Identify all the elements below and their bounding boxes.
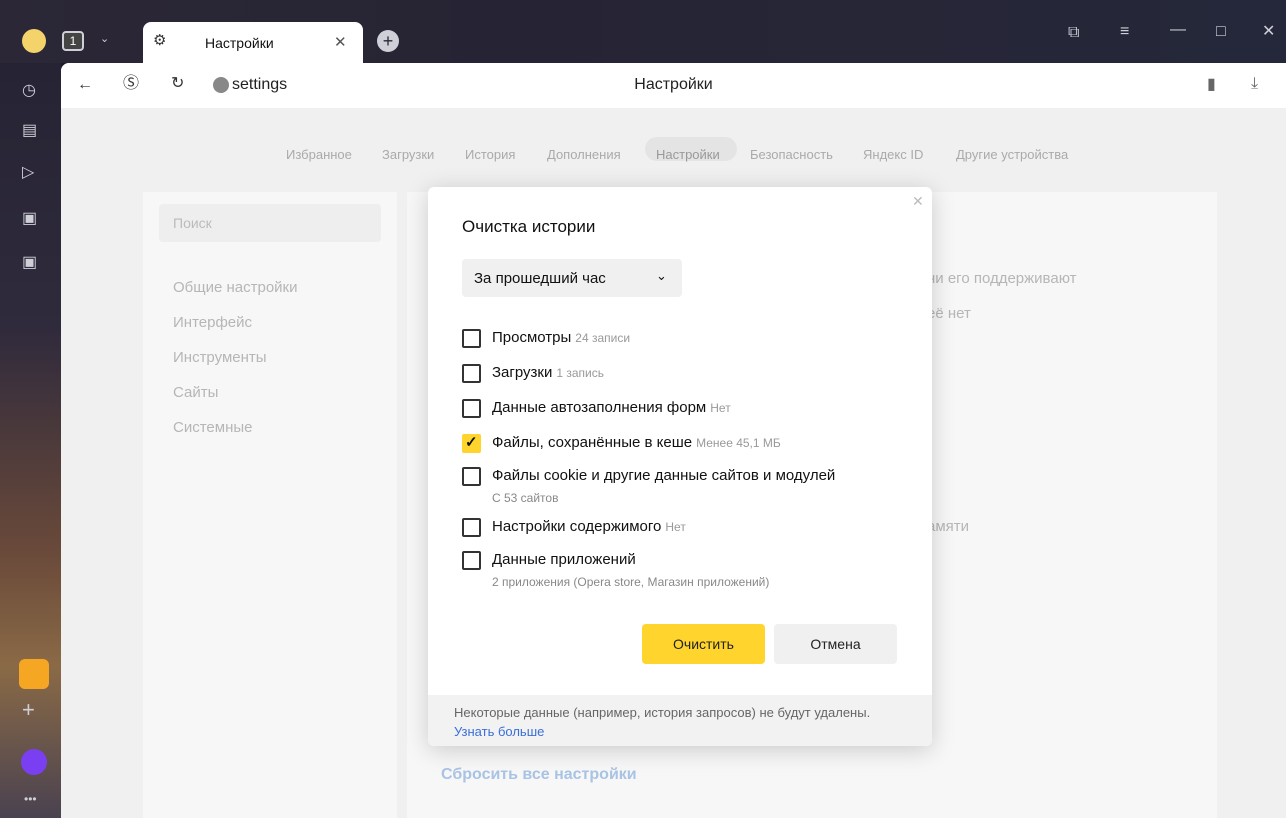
chevron-down-icon[interactable]: ⌄ (100, 34, 109, 45)
sidebar-item-general[interactable]: Общие настройки (173, 279, 298, 296)
nav-history[interactable]: История (465, 147, 515, 162)
side-panel: ◷ ▤ ▷ ▣ ▣ + ••• (0, 63, 61, 818)
option-note: Менее 45,1 МБ (696, 436, 781, 450)
checkbox[interactable] (462, 551, 481, 570)
period-select[interactable]: За прошедший час ⌄ (462, 259, 682, 297)
menu-icon[interactable]: ≡ (1120, 24, 1129, 40)
option-note: 24 записи (575, 331, 631, 345)
check-icon: ✓ (465, 434, 478, 451)
option-label: Файлы, сохранённые в кеше (492, 434, 693, 451)
address-bar: ← Ⓢ ↻ settings Настройки ▮ ⤓ (61, 63, 1286, 108)
nav-devices[interactable]: Другие устройства (956, 147, 1068, 162)
checkbox[interactable] (462, 399, 481, 418)
tab-title: Настройки (205, 35, 274, 51)
dialog-footer: Некоторые данные (например, история запр… (428, 695, 932, 746)
history-icon[interactable]: ◷ (22, 83, 36, 99)
content-text: амяти (927, 518, 970, 535)
settings-sidebar: Поиск Общие настройки Интерфейс Инструме… (143, 192, 397, 818)
nav-security[interactable]: Безопасность (750, 147, 833, 162)
download-icon[interactable]: ⤓ (1251, 76, 1258, 92)
search-placeholder: Поиск (173, 215, 212, 231)
option-label: Данные автозаполнения форм (492, 399, 707, 416)
checkbox[interactable] (462, 329, 481, 348)
option-sub: С 53 сайтов (492, 491, 559, 505)
nav-settings[interactable]: Настройки (656, 147, 720, 162)
reset-settings-link[interactable]: Сбросить все настройки (441, 766, 637, 784)
tab-settings[interactable]: ⚙ Настройки ✕ (143, 22, 363, 63)
bookmark-icon[interactable]: ▮ (1207, 77, 1216, 93)
page-title: Настройки (634, 76, 713, 93)
settings-nav: Избранное Загрузки История Дополнения На… (61, 143, 1286, 167)
search-input[interactable]: Поиск (159, 204, 381, 242)
clear-history-dialog: ✕ Очистка истории За прошедший час ⌄ Про… (428, 187, 932, 746)
play-icon[interactable]: ▷ (22, 165, 34, 181)
clear-button[interactable]: Очистить (642, 624, 765, 664)
nav-downloads[interactable]: Загрузки (382, 147, 434, 162)
option-note: Нет (665, 520, 686, 534)
browser-viewport: ← Ⓢ ↻ settings Настройки ▮ ⤓ Избранное З… (61, 63, 1286, 818)
option-label: Загрузки (492, 364, 553, 381)
gear-icon: ⚙ (153, 32, 167, 49)
footer-note: Некоторые данные (например, история запр… (454, 705, 871, 720)
option-label: Файлы cookie и другие данные сайтов и мо… (492, 467, 836, 484)
title-bar: 1 ⌄ ⚙ Настройки ✕ + ⧉ ≡ — □ ✕ (0, 0, 1286, 63)
collections-icon[interactable]: ⧉ (1068, 25, 1079, 41)
add-icon[interactable]: + (22, 699, 35, 721)
option-note: 1 запись (556, 366, 605, 380)
dialog-title: Очистка истории (462, 217, 596, 236)
sidebar-item-interface[interactable]: Интерфейс (173, 314, 252, 331)
option-label: Настройки содержимого (492, 518, 662, 535)
avatar[interactable] (22, 29, 46, 53)
close-icon[interactable]: ✕ (912, 193, 924, 210)
sidebar-item-system[interactable]: Системные (173, 419, 252, 436)
period-value: За прошедший час (474, 270, 606, 287)
option-note: Нет (710, 401, 731, 415)
checkbox[interactable] (462, 364, 481, 383)
settings-page: Избранное Загрузки История Дополнения На… (61, 108, 1286, 818)
nav-extensions[interactable]: Дополнения (547, 147, 621, 162)
chevron-down-icon: ⌄ (656, 268, 667, 283)
sidebar-item-tools[interactable]: Инструменты (173, 349, 267, 366)
cancel-button[interactable]: Отмена (774, 624, 897, 664)
close-icon[interactable]: ✕ (334, 33, 347, 51)
learn-more-link[interactable]: Узнать больше (454, 724, 544, 739)
content-text: её нет (927, 305, 971, 322)
checkbox[interactable] (462, 518, 481, 537)
window-close-icon[interactable]: ✕ (1262, 24, 1275, 40)
tab-counter[interactable]: 1 (62, 31, 84, 51)
alice-icon[interactable] (21, 749, 47, 775)
content-text: ни его поддерживают (927, 270, 1077, 287)
screenshot-icon[interactable]: ▣ (22, 255, 37, 271)
tab-number-icon[interactable]: ▣ (22, 211, 37, 227)
nav-favorites[interactable]: Избранное (286, 147, 352, 162)
nav-yandex-id[interactable]: Яндекс ID (863, 147, 923, 162)
checkbox[interactable] (462, 467, 481, 486)
option-sub: 2 приложения (Opera store, Магазин прило… (492, 575, 770, 589)
minimize-icon[interactable]: — (1170, 22, 1186, 38)
notes-icon[interactable]: ▤ (22, 123, 37, 139)
maximize-icon[interactable]: □ (1216, 24, 1226, 40)
sidebar-item-sites[interactable]: Сайты (173, 384, 218, 401)
option-label: Данные приложений (492, 551, 636, 568)
checkbox-checked[interactable]: ✓ (462, 434, 481, 453)
new-tab-button[interactable]: + (377, 30, 399, 52)
more-icon[interactable]: ••• (24, 793, 37, 805)
mail-icon[interactable] (19, 659, 49, 689)
option-label: Просмотры (492, 329, 572, 346)
